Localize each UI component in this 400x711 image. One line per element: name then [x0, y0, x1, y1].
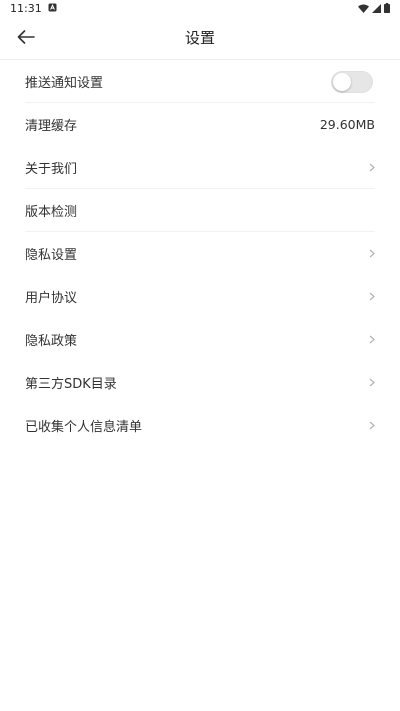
chevron-right-icon: [363, 162, 375, 174]
battery-icon: [384, 3, 390, 13]
setting-label: 版本检测: [25, 205, 78, 220]
chevron-right-icon: [363, 377, 375, 389]
status-left: 11:31: [10, 2, 57, 15]
setting-user-agreement[interactable]: 用户协议: [25, 275, 375, 318]
arrow-left-icon: [17, 29, 35, 48]
chevron-right-icon: [363, 291, 375, 303]
cellular-signal-icon: [372, 3, 381, 13]
back-button[interactable]: [12, 24, 40, 52]
status-right: [358, 3, 390, 13]
setting-label: 隐私政策: [25, 334, 78, 349]
setting-collected-info-list[interactable]: 已收集个人信息清单: [25, 404, 375, 447]
status-bar: 11:31: [0, 0, 400, 16]
wifi-icon: [358, 4, 369, 13]
setting-privacy-settings[interactable]: 隐私设置: [25, 232, 375, 275]
chevron-right-icon: [363, 334, 375, 346]
setting-push-notifications[interactable]: 推送通知设置: [25, 60, 375, 103]
setting-third-party-sdk[interactable]: 第三方SDK目录: [25, 361, 375, 404]
toggle-knob: [333, 72, 351, 91]
setting-label: 隐私设置: [25, 248, 78, 263]
setting-label: 用户协议: [25, 291, 78, 306]
a-box-icon: [48, 2, 57, 15]
page-title: 设置: [184, 29, 215, 47]
status-time: 11:31: [10, 1, 42, 15]
setting-label: 关于我们: [25, 162, 78, 177]
chevron-right-icon: [363, 420, 375, 432]
cache-size-value: 29.60MB: [319, 117, 375, 132]
settings-list: 推送通知设置 清理缓存 29.60MB 关于我们 版本检测 隐私设置 用户协议 …: [0, 60, 400, 447]
setting-version-check[interactable]: 版本检测: [25, 189, 375, 232]
setting-about-us[interactable]: 关于我们: [25, 146, 375, 189]
setting-clear-cache[interactable]: 清理缓存 29.60MB: [25, 103, 375, 146]
setting-label: 已收集个人信息清单: [25, 420, 143, 435]
app-bar: 设置: [0, 16, 400, 60]
push-notification-toggle[interactable]: [331, 70, 373, 93]
chevron-right-icon: [363, 248, 375, 260]
setting-label: 推送通知设置: [25, 76, 104, 91]
setting-label: 第三方SDK目录: [25, 377, 117, 392]
setting-privacy-policy[interactable]: 隐私政策: [25, 318, 375, 361]
setting-label: 清理缓存: [25, 119, 78, 134]
